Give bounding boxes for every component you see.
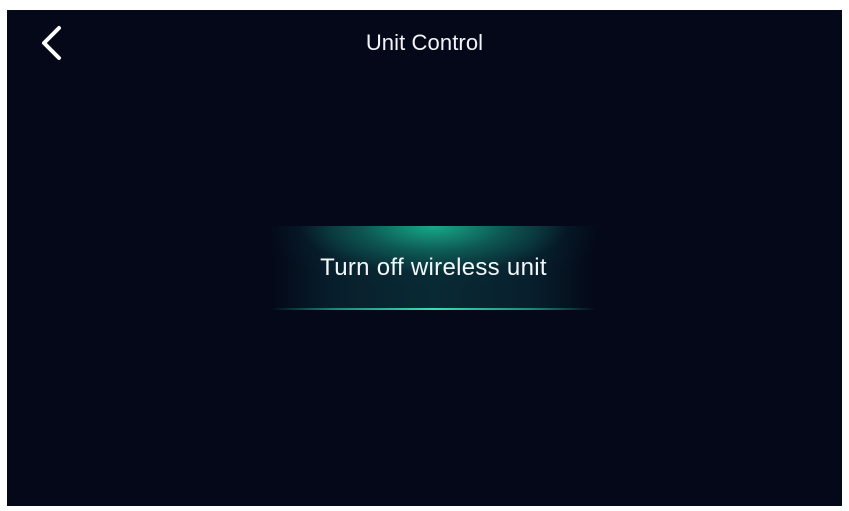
page-title: Unit Control [365,30,484,55]
turn-off-wireless-unit-button[interactable]: Turn off wireless unit [271,226,596,310]
unit-control-screen: Unit Control Turn off wireless unit [7,10,842,506]
action-button-label: Turn off wireless unit [320,254,547,281]
